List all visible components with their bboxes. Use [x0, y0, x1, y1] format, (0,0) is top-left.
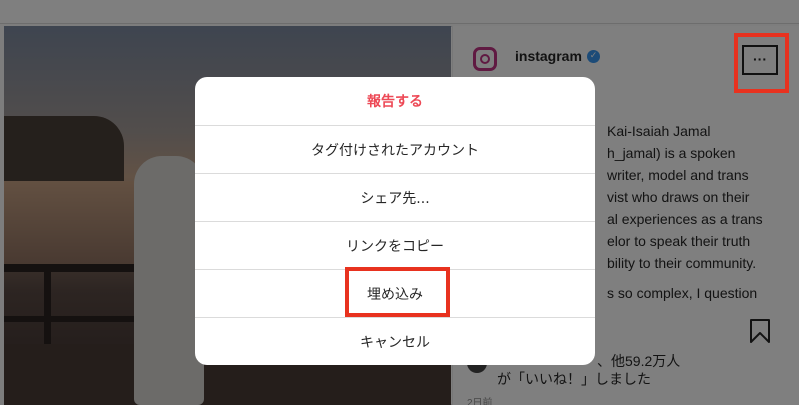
cancel-button[interactable]: キャンセル	[195, 317, 595, 365]
tagged-accounts-button[interactable]: タグ付けされたアカウント	[195, 125, 595, 173]
more-options-highlight	[734, 33, 789, 93]
report-button[interactable]: 報告する	[195, 77, 595, 125]
post-options-dialog: 報告する タグ付けされたアカウント シェア先... リンクをコピー 埋め込み キ…	[195, 77, 595, 365]
embed-highlight	[345, 267, 450, 317]
copy-link-button[interactable]: リンクをコピー	[195, 221, 595, 269]
share-to-button[interactable]: シェア先...	[195, 173, 595, 221]
